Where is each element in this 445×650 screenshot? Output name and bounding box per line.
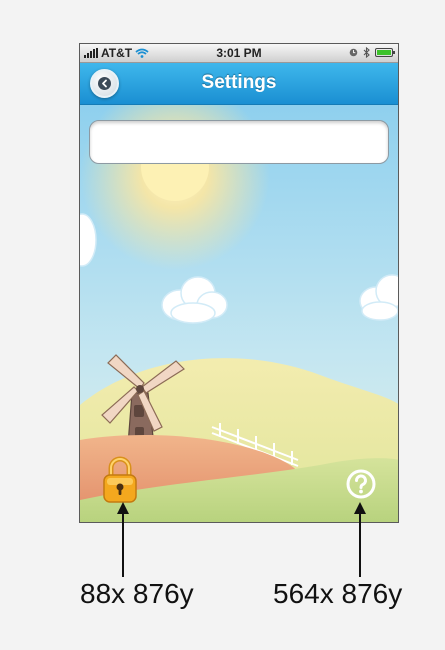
status-bar: AT&T 3:01 PM bbox=[80, 44, 398, 63]
padlock-icon bbox=[103, 456, 137, 503]
battery-icon bbox=[375, 48, 395, 57]
settings-text-field[interactable] bbox=[89, 120, 389, 164]
clock-icon bbox=[349, 48, 358, 57]
help-coordinate-label: 564x 876y bbox=[273, 578, 403, 609]
bluetooth-icon bbox=[363, 47, 370, 58]
lock-button[interactable] bbox=[102, 454, 138, 504]
page-title: Settings bbox=[201, 72, 277, 93]
phone-screen: AT&T 3:01 PM Settings bbox=[79, 43, 399, 523]
lock-arrow bbox=[117, 502, 129, 577]
lock-coordinate-label: 88x 876y bbox=[80, 578, 194, 609]
help-button[interactable] bbox=[345, 468, 377, 500]
status-icons bbox=[349, 47, 395, 58]
navigation-bar: Settings bbox=[80, 63, 398, 105]
help-arrow bbox=[354, 502, 366, 577]
question-mark-icon bbox=[346, 469, 376, 499]
